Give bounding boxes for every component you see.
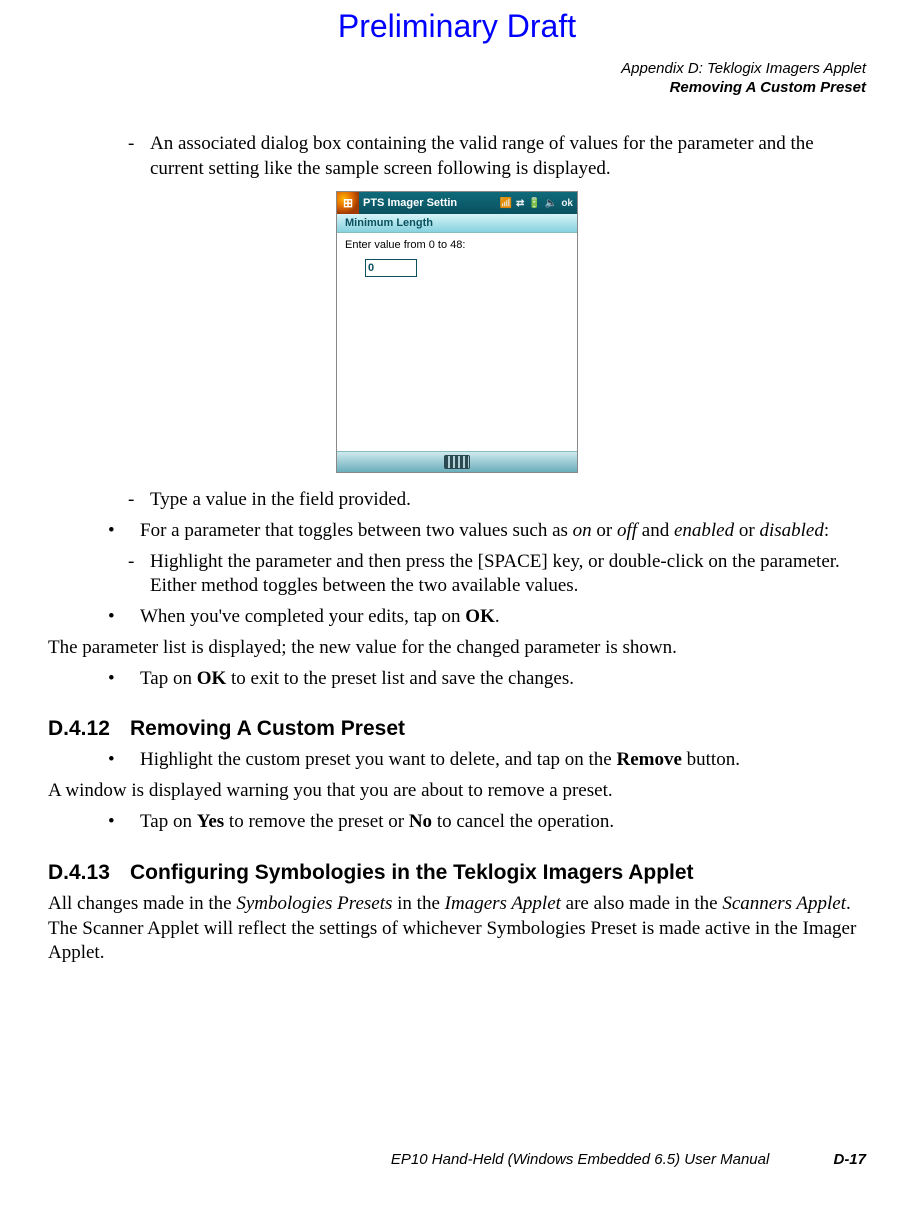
watermark-text: Preliminary Draft (0, 8, 914, 45)
para-parameter-list: The parameter list is displayed; the new… (48, 636, 866, 661)
text-fragment: Tap on (140, 811, 197, 832)
phone-title-bar: ⊞ PTS Imager Settin 📶 ⇄ 🔋 🔈 ok (337, 192, 577, 214)
text-em: on (573, 520, 592, 541)
text-fragment: in the (392, 893, 444, 914)
volume-icon: 🔈 (545, 198, 557, 209)
text-em: Scanners Applet (722, 893, 846, 914)
text-em: Symbologies Presets (236, 893, 392, 914)
bullet-toggle-param: • For a parameter that toggles between t… (48, 519, 866, 544)
keyboard-icon[interactable] (444, 455, 470, 469)
bullet-yes-no: • Tap on Yes to remove the preset or No … (48, 810, 866, 835)
text-fragment: or (592, 520, 617, 541)
phone-bottom-bar (337, 451, 577, 472)
dash-marker: - (128, 132, 134, 157)
section-title: Removing A Custom Preset (130, 717, 405, 740)
dash-text: Type a value in the field provided. (150, 489, 411, 510)
text-fragment: and (637, 520, 674, 541)
bullet-marker: • (108, 519, 115, 544)
dash-item-type-value: - Type a value in the field provided. (48, 488, 866, 513)
text-fragment: to remove the preset or (224, 811, 409, 832)
phone-prompt-text: Enter value from 0 to 48: (345, 239, 569, 251)
bullet-marker: • (108, 667, 115, 692)
intro-dash-item: - An associated dialog box containing th… (48, 132, 866, 181)
dash-item-highlight: - Highlight the parameter and then press… (48, 550, 866, 599)
phone-subtitle-bar: Minimum Length (337, 214, 577, 233)
bullet-text: When you've completed your edits, tap on… (140, 606, 500, 627)
text-em: enabled (674, 520, 734, 541)
dash-text: Highlight the parameter and then press t… (150, 551, 840, 597)
bullet-text: Tap on OK to exit to the preset list and… (140, 668, 574, 689)
signal-icon: 📶 (500, 198, 512, 209)
start-flag-icon[interactable]: ⊞ (337, 192, 359, 214)
intro-dash-text: An associated dialog box containing the … (150, 133, 814, 179)
section-number: D.4.12 (48, 715, 130, 742)
text-fragment: Tap on (140, 668, 197, 689)
screenshot-figure: ⊞ PTS Imager Settin 📶 ⇄ 🔋 🔈 ok Minimum L… (48, 191, 866, 474)
text-fragment: button. (682, 749, 740, 770)
text-fragment: or (734, 520, 759, 541)
section-heading-d412: D.4.12Removing A Custom Preset (48, 715, 866, 742)
text-em: disabled (759, 520, 823, 541)
text-strong: No (409, 811, 432, 832)
bullet-tap-ok-exit: • Tap on OK to exit to the preset list a… (48, 667, 866, 692)
value-input[interactable]: 0 (365, 259, 417, 277)
dash-marker: - (128, 488, 134, 513)
footer-title: EP10 Hand-Held (Windows Embedded 6.5) Us… (391, 1151, 769, 1168)
para-warning-window: A window is displayed warning you that y… (48, 779, 866, 804)
bullet-marker: • (108, 605, 115, 630)
text-em: Imagers Applet (445, 893, 561, 914)
section-number: D.4.13 (48, 859, 130, 886)
content-area: - An associated dialog box containing th… (48, 132, 866, 972)
text-strong: OK (465, 606, 495, 627)
bullet-text: Highlight the custom preset you want to … (140, 749, 740, 770)
section-heading-d413: D.4.13Configuring Symbologies in the Tek… (48, 859, 866, 886)
text-fragment: to cancel the operation. (432, 811, 614, 832)
text-fragment: For a parameter that toggles between two… (140, 520, 573, 541)
text-strong: Remove (616, 749, 681, 770)
ok-button[interactable]: ok (561, 198, 573, 209)
text-em: off (617, 520, 637, 541)
text-fragment: are also made in the (561, 893, 722, 914)
dash-marker: - (128, 550, 134, 575)
text-fragment: When you've completed your edits, tap on (140, 606, 465, 627)
phone-body: Enter value from 0 to 48: 0 (337, 233, 577, 451)
text-strong: Yes (197, 811, 224, 832)
bullet-marker: • (108, 810, 115, 835)
bullet-text: Tap on Yes to remove the preset or No to… (140, 811, 614, 832)
bullet-marker: • (108, 748, 115, 773)
running-header: Appendix D: Teklogix Imagers Applet Remo… (621, 60, 866, 98)
text-strong: OK (197, 668, 227, 689)
phone-mock: ⊞ PTS Imager Settin 📶 ⇄ 🔋 🔈 ok Minimum L… (336, 191, 578, 473)
text-fragment: . (495, 606, 500, 627)
text-fragment: Highlight the custom preset you want to … (140, 749, 616, 770)
bullet-highlight-preset: • Highlight the custom preset you want t… (48, 748, 866, 773)
header-line-1: Appendix D: Teklogix Imagers Applet (621, 60, 866, 79)
system-tray: 📶 ⇄ 🔋 🔈 ok (496, 198, 577, 209)
page-footer: EP10 Hand-Held (Windows Embedded 6.5) Us… (48, 1151, 866, 1168)
header-line-2: Removing A Custom Preset (621, 79, 866, 98)
para-symbologies: All changes made in the Symbologies Pres… (48, 892, 866, 966)
text-fragment: to exit to the preset list and save the … (226, 668, 574, 689)
network-icon: ⇄ (516, 198, 524, 209)
battery-icon: 🔋 (528, 198, 540, 209)
text-fragment: All changes made in the (48, 893, 236, 914)
footer-page-number: D-17 (833, 1151, 866, 1168)
page: Preliminary Draft Appendix D: Teklogix I… (0, 0, 914, 1208)
bullet-completed-edits: • When you've completed your edits, tap … (48, 605, 866, 630)
phone-title-text: PTS Imager Settin (359, 197, 496, 209)
text-fragment: : (824, 520, 829, 541)
section-title: Configuring Symbologies in the Teklogix … (130, 861, 694, 884)
bullet-text: For a parameter that toggles between two… (140, 520, 829, 541)
